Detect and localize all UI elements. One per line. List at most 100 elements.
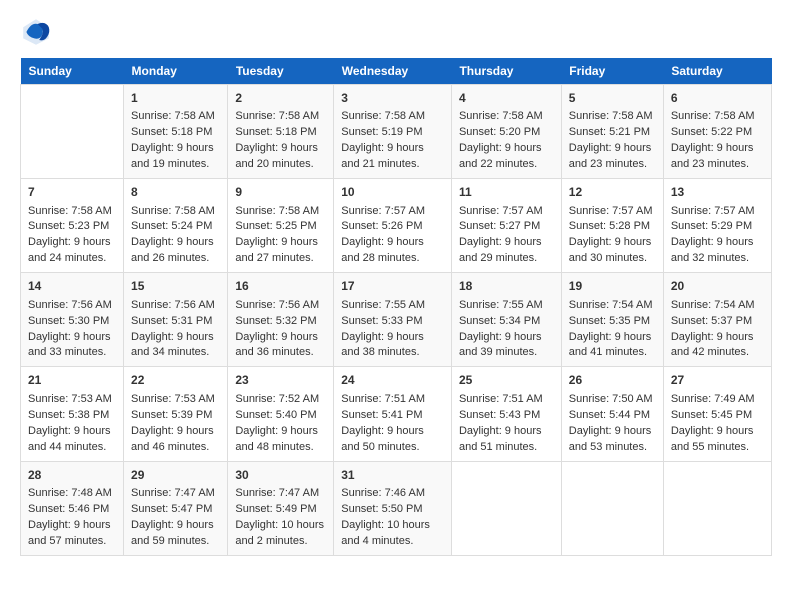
sunrise-text: Sunrise: 7:55 AM <box>341 298 444 314</box>
column-header-tuesday: Tuesday <box>228 58 334 85</box>
calendar-cell: 23Sunrise: 7:52 AMSunset: 5:40 PMDayligh… <box>228 367 334 461</box>
week-row-2: 7Sunrise: 7:58 AMSunset: 5:23 PMDaylight… <box>21 179 772 273</box>
calendar-cell: 14Sunrise: 7:56 AMSunset: 5:30 PMDayligh… <box>21 273 124 367</box>
calendar-cell: 15Sunrise: 7:56 AMSunset: 5:31 PMDayligh… <box>124 273 228 367</box>
calendar-cell: 18Sunrise: 7:55 AMSunset: 5:34 PMDayligh… <box>451 273 561 367</box>
sunset-text: Sunset: 5:32 PM <box>235 314 326 330</box>
sunrise-text: Sunrise: 7:53 AM <box>28 392 116 408</box>
day-number: 11 <box>459 184 554 201</box>
daylight-text: Daylight: 9 hours and 51 minutes. <box>459 424 554 456</box>
sunset-text: Sunset: 5:41 PM <box>341 408 444 424</box>
calendar-cell: 7Sunrise: 7:58 AMSunset: 5:23 PMDaylight… <box>21 179 124 273</box>
day-number: 7 <box>28 184 116 201</box>
daylight-text: Daylight: 9 hours and 26 minutes. <box>131 235 220 267</box>
calendar-cell: 31Sunrise: 7:46 AMSunset: 5:50 PMDayligh… <box>334 461 452 555</box>
week-row-1: 1Sunrise: 7:58 AMSunset: 5:18 PMDaylight… <box>21 85 772 179</box>
column-header-friday: Friday <box>561 58 663 85</box>
sunrise-text: Sunrise: 7:55 AM <box>459 298 554 314</box>
sunrise-text: Sunrise: 7:57 AM <box>341 204 444 220</box>
day-number: 28 <box>28 467 116 484</box>
daylight-text: Daylight: 9 hours and 23 minutes. <box>569 141 656 173</box>
daylight-text: Daylight: 9 hours and 59 minutes. <box>131 518 220 550</box>
sunrise-text: Sunrise: 7:56 AM <box>131 298 220 314</box>
sunrise-text: Sunrise: 7:57 AM <box>459 204 554 220</box>
day-number: 21 <box>28 372 116 389</box>
sunset-text: Sunset: 5:22 PM <box>671 125 764 141</box>
day-number: 10 <box>341 184 444 201</box>
daylight-text: Daylight: 9 hours and 34 minutes. <box>131 330 220 362</box>
sunset-text: Sunset: 5:35 PM <box>569 314 656 330</box>
calendar-cell: 6Sunrise: 7:58 AMSunset: 5:22 PMDaylight… <box>663 85 771 179</box>
logo-icon <box>20 16 52 48</box>
calendar-cell <box>663 461 771 555</box>
sunrise-text: Sunrise: 7:58 AM <box>131 109 220 125</box>
sunset-text: Sunset: 5:31 PM <box>131 314 220 330</box>
sunset-text: Sunset: 5:18 PM <box>131 125 220 141</box>
daylight-text: Daylight: 9 hours and 20 minutes. <box>235 141 326 173</box>
day-number: 24 <box>341 372 444 389</box>
header-row: SundayMondayTuesdayWednesdayThursdayFrid… <box>21 58 772 85</box>
daylight-text: Daylight: 9 hours and 24 minutes. <box>28 235 116 267</box>
sunset-text: Sunset: 5:37 PM <box>671 314 764 330</box>
sunrise-text: Sunrise: 7:54 AM <box>671 298 764 314</box>
calendar-cell: 30Sunrise: 7:47 AMSunset: 5:49 PMDayligh… <box>228 461 334 555</box>
sunset-text: Sunset: 5:47 PM <box>131 502 220 518</box>
calendar-cell: 1Sunrise: 7:58 AMSunset: 5:18 PMDaylight… <box>124 85 228 179</box>
sunrise-text: Sunrise: 7:58 AM <box>131 204 220 220</box>
calendar-cell: 21Sunrise: 7:53 AMSunset: 5:38 PMDayligh… <box>21 367 124 461</box>
daylight-text: Daylight: 9 hours and 22 minutes. <box>459 141 554 173</box>
sunrise-text: Sunrise: 7:58 AM <box>235 204 326 220</box>
calendar-cell: 25Sunrise: 7:51 AMSunset: 5:43 PMDayligh… <box>451 367 561 461</box>
day-number: 12 <box>569 184 656 201</box>
day-number: 25 <box>459 372 554 389</box>
sunrise-text: Sunrise: 7:51 AM <box>341 392 444 408</box>
sunset-text: Sunset: 5:29 PM <box>671 219 764 235</box>
daylight-text: Daylight: 9 hours and 38 minutes. <box>341 330 444 362</box>
daylight-text: Daylight: 9 hours and 57 minutes. <box>28 518 116 550</box>
daylight-text: Daylight: 9 hours and 46 minutes. <box>131 424 220 456</box>
daylight-text: Daylight: 9 hours and 27 minutes. <box>235 235 326 267</box>
sunrise-text: Sunrise: 7:46 AM <box>341 486 444 502</box>
day-number: 9 <box>235 184 326 201</box>
daylight-text: Daylight: 9 hours and 30 minutes. <box>569 235 656 267</box>
calendar-cell: 26Sunrise: 7:50 AMSunset: 5:44 PMDayligh… <box>561 367 663 461</box>
sunset-text: Sunset: 5:40 PM <box>235 408 326 424</box>
daylight-text: Daylight: 10 hours and 4 minutes. <box>341 518 444 550</box>
calendar-cell: 4Sunrise: 7:58 AMSunset: 5:20 PMDaylight… <box>451 85 561 179</box>
week-row-4: 21Sunrise: 7:53 AMSunset: 5:38 PMDayligh… <box>21 367 772 461</box>
sunrise-text: Sunrise: 7:47 AM <box>235 486 326 502</box>
day-number: 1 <box>131 90 220 107</box>
sunrise-text: Sunrise: 7:58 AM <box>459 109 554 125</box>
calendar-table: SundayMondayTuesdayWednesdayThursdayFrid… <box>20 58 772 556</box>
daylight-text: Daylight: 9 hours and 41 minutes. <box>569 330 656 362</box>
sunrise-text: Sunrise: 7:52 AM <box>235 392 326 408</box>
sunset-text: Sunset: 5:18 PM <box>235 125 326 141</box>
day-number: 22 <box>131 372 220 389</box>
calendar-cell: 29Sunrise: 7:47 AMSunset: 5:47 PMDayligh… <box>124 461 228 555</box>
calendar-cell: 3Sunrise: 7:58 AMSunset: 5:19 PMDaylight… <box>334 85 452 179</box>
daylight-text: Daylight: 9 hours and 55 minutes. <box>671 424 764 456</box>
calendar-cell <box>561 461 663 555</box>
sunset-text: Sunset: 5:30 PM <box>28 314 116 330</box>
sunset-text: Sunset: 5:49 PM <box>235 502 326 518</box>
sunset-text: Sunset: 5:26 PM <box>341 219 444 235</box>
day-number: 20 <box>671 278 764 295</box>
day-number: 5 <box>569 90 656 107</box>
day-number: 19 <box>569 278 656 295</box>
day-number: 30 <box>235 467 326 484</box>
calendar-cell: 8Sunrise: 7:58 AMSunset: 5:24 PMDaylight… <box>124 179 228 273</box>
column-header-saturday: Saturday <box>663 58 771 85</box>
calendar-cell: 2Sunrise: 7:58 AMSunset: 5:18 PMDaylight… <box>228 85 334 179</box>
sunset-text: Sunset: 5:50 PM <box>341 502 444 518</box>
daylight-text: Daylight: 9 hours and 33 minutes. <box>28 330 116 362</box>
sunrise-text: Sunrise: 7:57 AM <box>569 204 656 220</box>
daylight-text: Daylight: 9 hours and 32 minutes. <box>671 235 764 267</box>
sunset-text: Sunset: 5:43 PM <box>459 408 554 424</box>
calendar-cell: 13Sunrise: 7:57 AMSunset: 5:29 PMDayligh… <box>663 179 771 273</box>
calendar-body: 1Sunrise: 7:58 AMSunset: 5:18 PMDaylight… <box>21 85 772 556</box>
calendar-cell: 17Sunrise: 7:55 AMSunset: 5:33 PMDayligh… <box>334 273 452 367</box>
day-number: 6 <box>671 90 764 107</box>
page-container: SundayMondayTuesdayWednesdayThursdayFrid… <box>0 0 792 566</box>
day-number: 26 <box>569 372 656 389</box>
sunrise-text: Sunrise: 7:50 AM <box>569 392 656 408</box>
